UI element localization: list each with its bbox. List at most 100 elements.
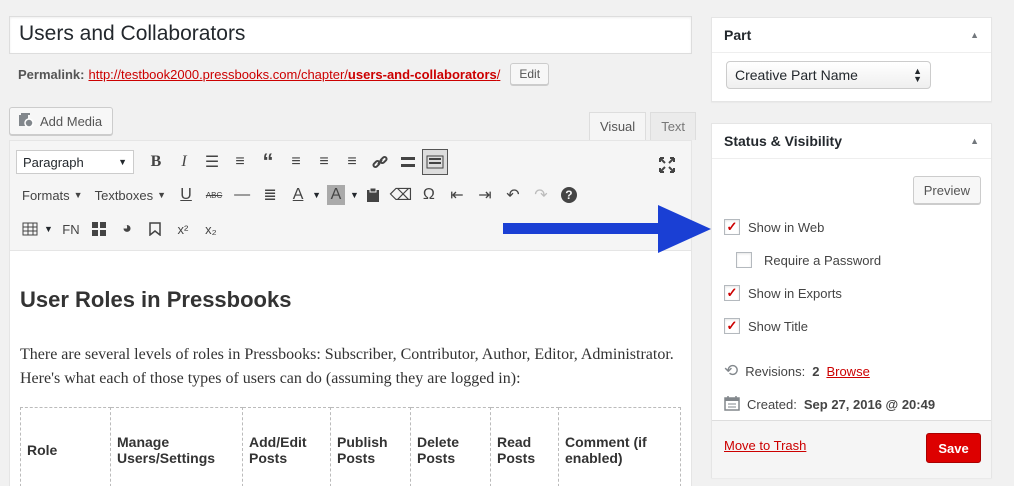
permalink-base-link[interactable]: http://testbook2000.pressbooks.com/chapt…: [88, 67, 347, 82]
chevron-down-icon: ▼: [118, 157, 127, 167]
show-title-checkbox[interactable]: ✓: [724, 318, 740, 334]
table-header-cell: Read Posts: [490, 407, 559, 486]
underline-icon[interactable]: U: [172, 181, 200, 209]
chevron-down-icon[interactable]: ▼: [44, 224, 53, 234]
calendar-icon: [724, 395, 740, 414]
show-title-option[interactable]: ✓ Show Title: [724, 318, 808, 334]
table-icon[interactable]: [16, 215, 44, 243]
paragraph-select-value: Paragraph: [23, 154, 84, 170]
save-button[interactable]: Save: [926, 433, 981, 463]
subscript-button[interactable]: x₂: [197, 215, 225, 243]
content-heading: User Roles in Pressbooks: [20, 287, 292, 312]
chevron-down-icon: ▼: [157, 190, 167, 200]
show-in-exports-option[interactable]: ✓ Show in Exports: [724, 285, 842, 301]
roles-table: Role Manage Users/Settings Add/Edit Post…: [20, 407, 681, 486]
align-center-icon[interactable]: ≡: [310, 148, 338, 176]
grid-icon[interactable]: [85, 215, 113, 243]
status-box-footer: Move to Trash Save: [712, 420, 991, 478]
read-more-icon[interactable]: [394, 148, 422, 176]
numbered-list-icon[interactable]: ≡: [226, 148, 254, 176]
require-password-checkbox[interactable]: [736, 252, 752, 268]
status-box-title: Status & Visibility: [724, 133, 842, 149]
bullet-list-icon[interactable]: ☰: [198, 148, 226, 176]
part-select[interactable]: Creative Part Name ▲ ▼: [726, 61, 931, 89]
revisions-label: Revisions:: [745, 363, 806, 379]
indent-icon[interactable]: ⇥: [471, 181, 499, 209]
footnote-button[interactable]: FN: [57, 215, 85, 243]
show-title-label: Show Title: [748, 318, 808, 334]
bold-button[interactable]: B: [142, 148, 170, 176]
table-header-cell: Manage Users/Settings: [110, 407, 243, 486]
italic-button[interactable]: I: [170, 148, 198, 176]
editor-content[interactable]: User Roles in Pressbooks There are sever…: [10, 251, 691, 486]
preview-button[interactable]: Preview: [912, 176, 981, 204]
permalink-trail[interactable]: /: [497, 67, 501, 82]
paragraph-format-select[interactable]: Paragraph ▼: [16, 150, 134, 174]
table-header-cell: Add/Edit Posts: [242, 407, 331, 486]
chevron-down-icon: ▼: [73, 190, 83, 200]
created-row: Created: Sep 27, 2016 @ 20:49: [724, 395, 935, 414]
chevron-down-icon[interactable]: ▼: [350, 190, 359, 200]
show-in-exports-checkbox[interactable]: ✓: [724, 285, 740, 301]
link-icon[interactable]: [366, 148, 394, 176]
add-media-button[interactable]: Add Media: [9, 107, 114, 135]
revisions-row: ⟲ Revisions: 2 Browse: [724, 361, 870, 381]
part-box-title: Part: [724, 27, 752, 43]
post-title-input[interactable]: Users and Collaborators: [9, 16, 692, 54]
collapse-arrow-icon[interactable]: ▲: [970, 30, 979, 40]
strikethrough-button[interactable]: ABC: [200, 181, 228, 209]
toolbar-toggle-icon[interactable]: [422, 149, 448, 175]
media-icon: [18, 112, 34, 131]
bookmark-icon[interactable]: [141, 215, 169, 243]
status-visibility-metabox: Status & Visibility ▲ Preview ✓ Show in …: [711, 123, 992, 478]
content-paragraph: There are several levels of roles in Pre…: [20, 346, 674, 387]
permalink-label: Permalink:: [18, 66, 85, 82]
created-label: Created:: [747, 397, 797, 412]
part-metabox: Part ▲ Creative Part Name ▲ ▼: [711, 17, 992, 102]
pie-chart-icon[interactable]: ◕: [113, 215, 141, 243]
require-password-label: Require a Password: [764, 252, 882, 268]
permalink-slug-link[interactable]: users-and-collaborators: [348, 67, 497, 82]
collapse-arrow-icon[interactable]: ▲: [970, 136, 979, 146]
text-color-button[interactable]: A: [284, 181, 312, 209]
table-header-cell: Comment (if enabled): [558, 407, 681, 486]
table-header-cell: Publish Posts: [330, 407, 411, 486]
fullscreen-icon[interactable]: [653, 151, 681, 179]
show-in-web-label: Show in Web: [748, 219, 825, 235]
textboxes-dropdown[interactable]: Textboxes ▼: [89, 181, 172, 209]
arrow-right-icon: [503, 205, 711, 253]
background-color-button[interactable]: A: [326, 185, 345, 205]
show-in-exports-label: Show in Exports: [748, 285, 842, 301]
justify-icon[interactable]: ≣: [256, 181, 284, 209]
paste-as-text-icon[interactable]: [359, 181, 387, 209]
require-password-option[interactable]: Require a Password: [736, 252, 881, 268]
permalink-edit-button[interactable]: Edit: [510, 63, 550, 85]
special-character-button[interactable]: Ω: [415, 181, 443, 209]
permalink-row: Permalink: http://testbook2000.pressbook…: [18, 62, 550, 86]
outdent-icon[interactable]: ⇤: [443, 181, 471, 209]
move-to-trash-link[interactable]: Move to Trash: [724, 438, 806, 453]
table-header-cell: Delete Posts: [410, 407, 491, 486]
align-right-icon[interactable]: ≡: [338, 148, 366, 176]
horizontal-line-icon[interactable]: —: [228, 181, 256, 209]
show-in-web-checkbox[interactable]: ✓: [724, 219, 740, 235]
created-value: Sep 27, 2016 @ 20:49: [803, 397, 936, 412]
align-left-icon[interactable]: ≡: [282, 148, 310, 176]
show-in-web-option[interactable]: ✓ Show in Web: [724, 219, 824, 235]
history-icon: ⟲: [724, 361, 739, 380]
table-header-cell: Role: [20, 407, 111, 486]
add-media-label: Add Media: [40, 113, 103, 129]
select-arrows-icon: ▲ ▼: [913, 66, 922, 84]
eraser-icon[interactable]: ⌫: [387, 181, 415, 209]
table-row: Role Manage Users/Settings Add/Edit Post…: [20, 407, 681, 486]
content-editor[interactable]: Paragraph ▼ B I ☰ ≡ “ ≡ ≡ ≡ Formats ▼ Text…: [9, 140, 692, 486]
tab-text[interactable]: Text: [650, 112, 697, 140]
superscript-button[interactable]: x²: [169, 215, 197, 243]
revisions-count: 2: [812, 363, 820, 379]
blockquote-icon[interactable]: “: [254, 148, 282, 176]
tab-visual[interactable]: Visual: [589, 112, 647, 140]
part-select-value: Creative Part Name: [735, 67, 858, 83]
browse-revisions-link[interactable]: Browse: [826, 364, 869, 379]
formats-dropdown[interactable]: Formats ▼: [16, 181, 89, 209]
chevron-down-icon[interactable]: ▼: [312, 190, 321, 200]
